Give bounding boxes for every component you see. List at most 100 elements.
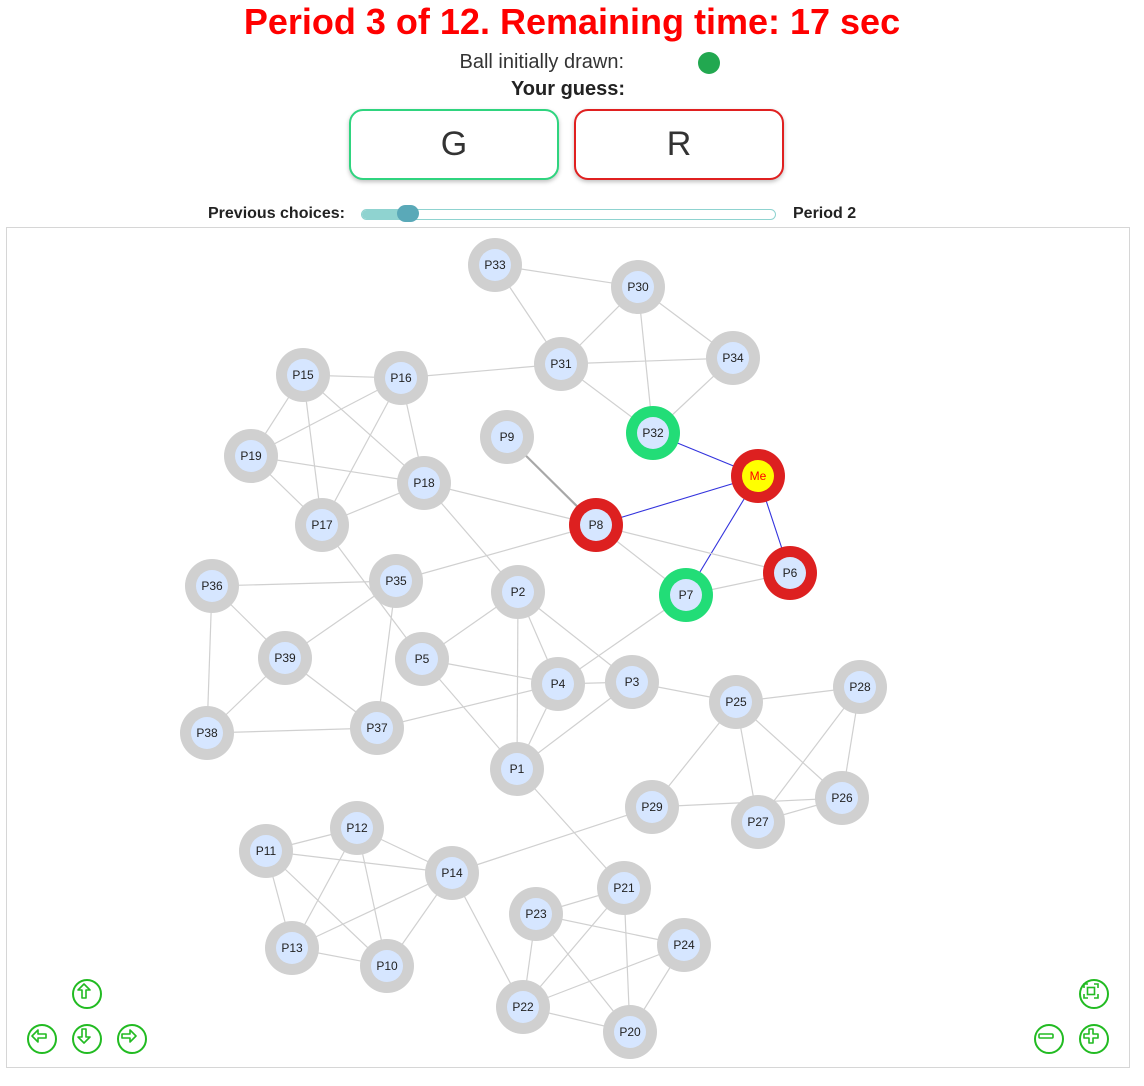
node-label: P4 xyxy=(551,677,566,691)
ball-drawn-label: Ball initially drawn: xyxy=(459,51,624,73)
pan-down-button[interactable] xyxy=(72,1024,102,1054)
node-p16[interactable]: P16 xyxy=(374,351,428,405)
node-label: P38 xyxy=(196,726,218,740)
node-p1[interactable]: P1 xyxy=(490,742,544,796)
node-label: Me xyxy=(750,469,767,483)
node-p27[interactable]: P27 xyxy=(731,795,785,849)
node-p32[interactable]: P32 xyxy=(626,406,680,460)
period-timer-title: Period 3 of 12. Remaining time: 17 sec xyxy=(243,1,901,42)
your-guess-label: Your guess: xyxy=(510,78,626,100)
node-p2[interactable]: P2 xyxy=(491,565,545,619)
node-label: P14 xyxy=(441,866,463,880)
node-label: P39 xyxy=(274,651,296,665)
node-label: P11 xyxy=(256,844,277,858)
node-p15[interactable]: P15 xyxy=(276,348,330,402)
node-p17[interactable]: P17 xyxy=(295,498,349,552)
pan-left-button[interactable] xyxy=(27,1024,57,1054)
node-p26[interactable]: P26 xyxy=(815,771,869,825)
node-p14[interactable]: P14 xyxy=(425,846,479,900)
node-label: P21 xyxy=(613,881,635,895)
node-label: P3 xyxy=(625,675,640,689)
network-graph-canvas: Me P1 P2 P3 P4 P5 P6 P7 P8 P9 P10 P11 P12 P13 P14 P15 P1… xyxy=(180,238,887,1059)
node-p19[interactable]: P19 xyxy=(224,429,278,483)
node-p11[interactable]: P11 xyxy=(239,824,293,878)
node-p12[interactable]: P12 xyxy=(330,801,384,855)
node-label: P33 xyxy=(484,258,506,272)
node-label: P31 xyxy=(550,357,572,371)
guess-green-button[interactable]: G xyxy=(349,109,559,180)
edge-p37-p4 xyxy=(376,683,559,729)
arrow-right-icon xyxy=(121,1029,137,1043)
node-label: P32 xyxy=(642,426,664,440)
node-label: P13 xyxy=(281,941,303,955)
node-label: P30 xyxy=(627,280,649,294)
node-label: P19 xyxy=(240,449,262,463)
node-p30[interactable]: P30 xyxy=(611,260,665,314)
arrow-left-icon xyxy=(31,1029,47,1043)
node-label: P10 xyxy=(376,959,398,973)
node-p35[interactable]: P35 xyxy=(369,554,423,608)
node-p34[interactable]: P34 xyxy=(706,331,760,385)
node-p18[interactable]: P18 xyxy=(397,456,451,510)
node-p28[interactable]: P28 xyxy=(833,660,887,714)
node-p23[interactable]: P23 xyxy=(509,887,563,941)
node-p9[interactable]: P9 xyxy=(480,410,534,464)
edge-p8-p35 xyxy=(395,524,597,582)
graph-nodes: Me P1 P2 P3 P4 P5 P6 P7 P8 P9 P10 P11 P12 P13 P14 P15 P1… xyxy=(180,238,887,1059)
previous-choices-slider[interactable] xyxy=(361,209,776,220)
node-label: P12 xyxy=(346,821,368,835)
node-label: P22 xyxy=(512,1000,534,1014)
zoom-in-icon xyxy=(1083,1028,1099,1044)
slider-period-label: Period 2 xyxy=(793,205,857,222)
node-label: P28 xyxy=(849,680,871,694)
node-label: P37 xyxy=(366,721,388,735)
node-p31[interactable]: P31 xyxy=(534,337,588,391)
node-p39[interactable]: P39 xyxy=(258,631,312,685)
arrow-up-icon xyxy=(77,983,91,999)
node-p5[interactable]: P5 xyxy=(395,632,449,686)
node-p24[interactable]: P24 xyxy=(657,918,711,972)
node-p37[interactable]: P37 xyxy=(350,701,404,755)
zoom-out-button[interactable] xyxy=(1034,1024,1064,1054)
node-label: P34 xyxy=(722,351,744,365)
node-p8[interactable]: P8 xyxy=(569,498,623,552)
pan-up-button[interactable] xyxy=(72,979,102,1009)
node-label: P35 xyxy=(385,574,407,588)
node-label: P23 xyxy=(525,907,547,921)
node-me[interactable]: Me xyxy=(731,449,785,503)
node-label: P36 xyxy=(201,579,223,593)
node-p3[interactable]: P3 xyxy=(605,655,659,709)
slider-thumb[interactable] xyxy=(397,205,419,222)
network-graph[interactable]: Me P1 P2 P3 P4 P5 P6 P7 P8 P9 P10 P11 P12 P13 P14 P15 P1… xyxy=(6,227,1130,1068)
node-label: P26 xyxy=(831,791,853,805)
zoom-in-button[interactable] xyxy=(1079,1024,1109,1054)
node-label: P9 xyxy=(500,430,515,444)
node-label: P27 xyxy=(747,815,769,829)
fit-screen-icon xyxy=(1083,983,1099,999)
node-p29[interactable]: P29 xyxy=(625,780,679,834)
node-p7[interactable]: P7 xyxy=(659,568,713,622)
node-p20[interactable]: P20 xyxy=(603,1005,657,1059)
node-p33[interactable]: P33 xyxy=(468,238,522,292)
arrow-down-icon xyxy=(77,1028,91,1044)
node-p25[interactable]: P25 xyxy=(709,675,763,729)
node-p4[interactable]: P4 xyxy=(531,657,585,711)
pan-right-button[interactable] xyxy=(117,1024,147,1054)
node-label: P2 xyxy=(511,585,526,599)
node-label: P15 xyxy=(292,368,314,382)
fit-screen-button[interactable] xyxy=(1079,979,1109,1009)
node-p38[interactable]: P38 xyxy=(180,706,234,760)
node-p22[interactable]: P22 xyxy=(496,980,550,1034)
node-p6[interactable]: P6 xyxy=(763,546,817,600)
node-label: P17 xyxy=(311,518,333,532)
node-label: P18 xyxy=(413,476,435,490)
node-p36[interactable]: P36 xyxy=(185,559,239,613)
guess-red-button[interactable]: R xyxy=(574,109,784,180)
node-p10[interactable]: P10 xyxy=(360,939,414,993)
node-label: P24 xyxy=(673,938,695,952)
node-label: P8 xyxy=(589,518,604,532)
node-label: P1 xyxy=(510,762,525,776)
node-p13[interactable]: P13 xyxy=(265,921,319,975)
node-p21[interactable]: P21 xyxy=(597,861,651,915)
node-label: P25 xyxy=(725,695,747,709)
